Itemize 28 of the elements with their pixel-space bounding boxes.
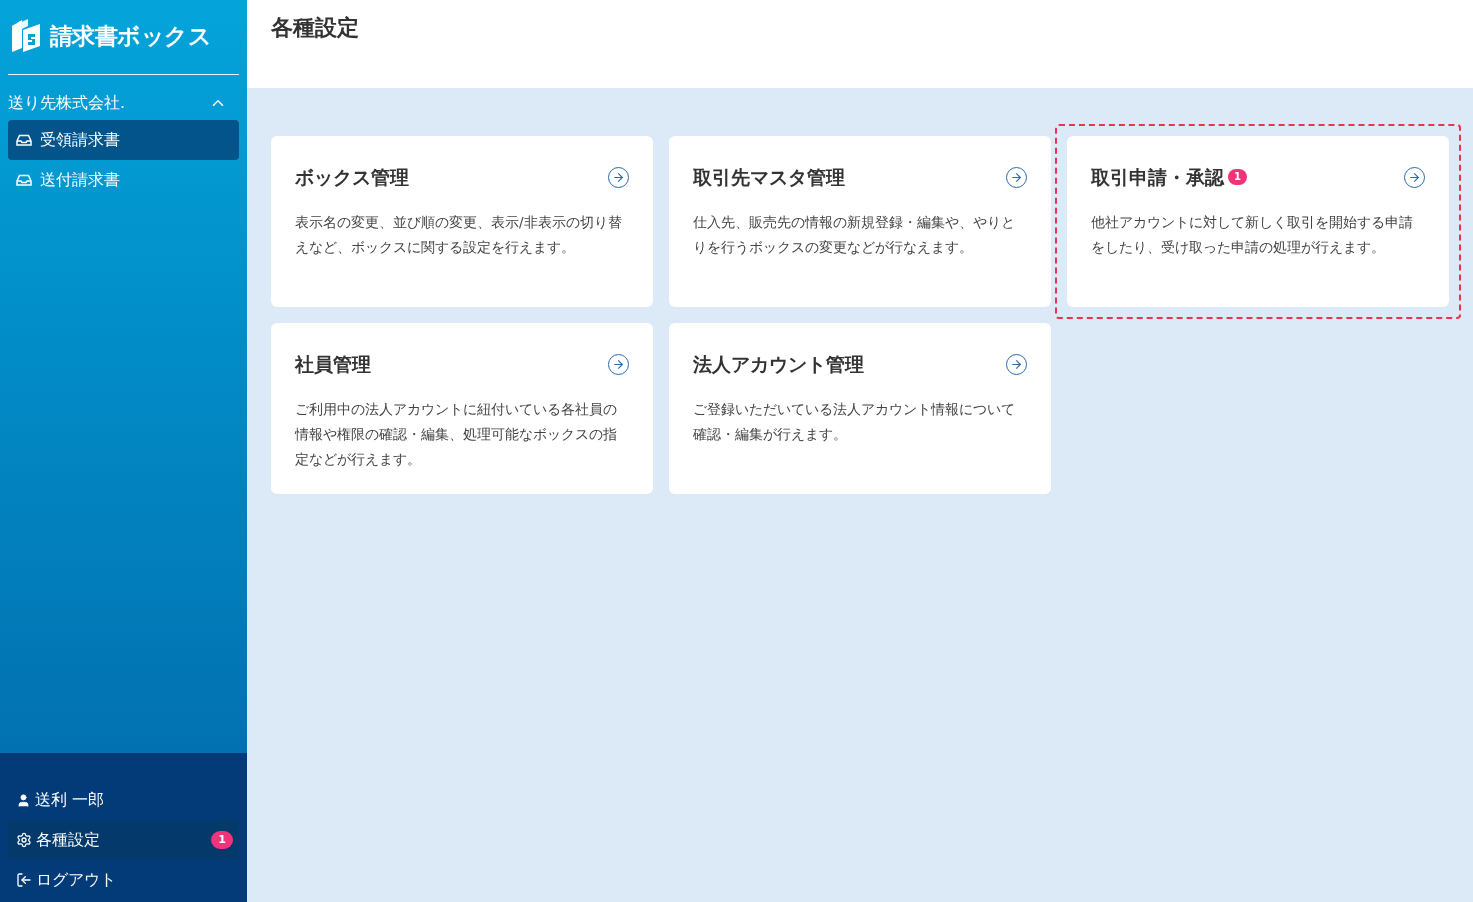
logout-icon	[16, 872, 32, 888]
settings-icon	[16, 832, 32, 848]
card-title: 社員管理	[295, 352, 371, 377]
card-description: ご登録いただいている法人アカウント情報について確認・編集が行えます。	[693, 399, 1016, 444]
settings-card[interactable]: 取引申請・承認 1 他社アカウントに対して新しく取引を開始する申請をしたり、受け取った申請の処理が行えます。	[1067, 136, 1449, 307]
settings-card[interactable]: 法人アカウント管理 ご登録いただいている法人アカウント情報について確認・編集が行えます。	[669, 323, 1051, 494]
user-icon	[16, 792, 31, 808]
user-menu-item[interactable]: 送利 一郎	[8, 780, 239, 820]
card-description: ご利用中の法人アカウントに紐付いている各社員の情報や権限の確認・編集、処理可能なボックスの指定などが行えます。	[295, 399, 618, 469]
notification-badge: 1	[211, 830, 233, 850]
settings-card[interactable]: 社員管理 ご利用中の法人アカウントに紐付いている各社員の情報や権限の確認・編集、処理可能なボックスの指定などが行えます。	[271, 323, 653, 494]
card-title: 取引申請・承認	[1091, 165, 1224, 190]
card-description: 他社アカウントに対して新しく取引を開始する申請をしたり、受け取った申請の処理が行えます。	[1091, 212, 1414, 257]
settings-card[interactable]: ボックス管理 表示名の変更、並び順の変更、表示/非表示の切り替えなど、ボックスに関する設定を行えます。	[271, 136, 653, 307]
settings-card[interactable]: 取引先マスタ管理 仕入先、販売先の情報の新規登録・編集や、やりとりを行うボックスの変更などが行なえます。	[669, 136, 1051, 307]
card-title: 法人アカウント管理	[693, 352, 864, 377]
inbox-tray-icon	[16, 174, 32, 186]
page-title: 各種設定	[271, 14, 360, 42]
card-description: 仕入先、販売先の情報の新規登録・編集や、やりとりを行うボックスの変更などが行なえます。	[693, 212, 1016, 257]
app-logo-text: 請求書ボックス	[50, 21, 211, 51]
card-title: ボックス管理	[295, 165, 409, 190]
card-description: 表示名の変更、並び順の変更、表示/非表示の切り替えなど、ボックスに関する設定を行えます。	[295, 212, 623, 257]
logout-menu-item[interactable]: ログアウト	[8, 860, 239, 900]
sidebar-item[interactable]: 受領請求書	[8, 120, 239, 160]
card-title: 取引先マスタ管理	[693, 165, 845, 190]
settings-menu-item[interactable]: 各種設定 1	[8, 820, 239, 860]
notification-badge: 1	[1228, 169, 1247, 186]
inbox-tray-icon	[16, 134, 32, 146]
